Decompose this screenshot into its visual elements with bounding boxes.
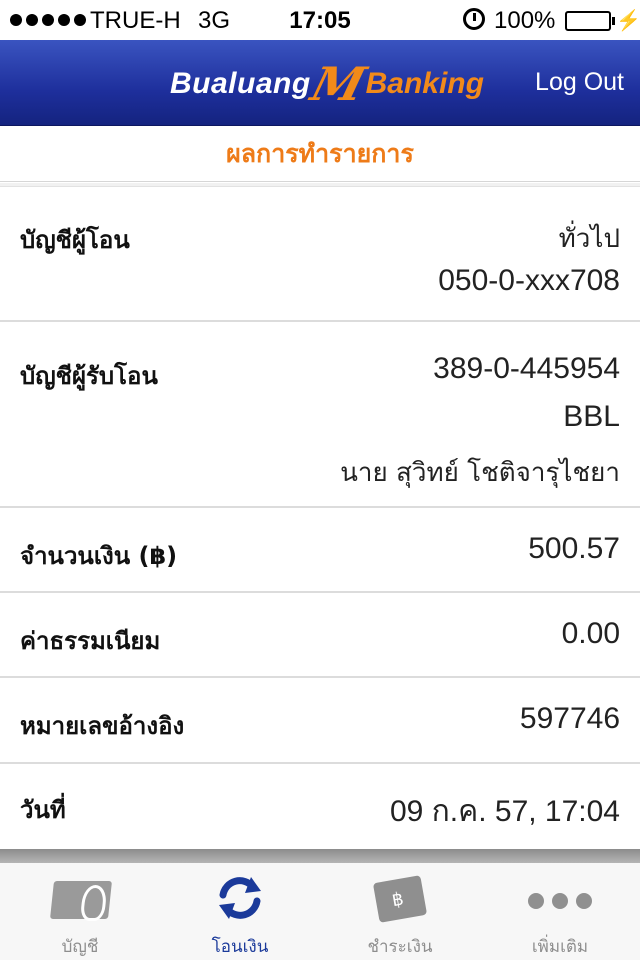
transfer-icon xyxy=(219,877,261,919)
amount-row: จำนวนเงิน (฿) 500.57 xyxy=(0,508,640,593)
from-account-number: 050-0-xxx708 xyxy=(438,264,620,297)
battery-icon xyxy=(565,11,615,31)
bualuang-logo: Bualuang M Banking xyxy=(170,57,484,111)
battery-percent: 100% xyxy=(494,7,556,34)
account-card-icon xyxy=(50,881,112,919)
fee-row: ค่าธรรมเนียม 0.00 xyxy=(0,593,640,678)
logo-mark: M xyxy=(305,57,371,111)
page-header: ผลการทำรายการ xyxy=(0,126,640,182)
to-account-name: นาย สุวิทย์ โชติจารุไชยา xyxy=(340,458,620,488)
tab-transfer-label: โอนเงิน xyxy=(211,937,269,957)
tab-payment-label: ชำระเงิน xyxy=(367,937,433,957)
date-row: วันที่ 09 ก.ค. 57, 17:04 xyxy=(0,764,640,849)
tab-transfer[interactable]: โอนเงิน xyxy=(160,863,320,960)
tab-accounts[interactable]: บัญชี xyxy=(0,863,160,960)
tab-more[interactable]: เพิ่มเติม xyxy=(480,863,640,960)
from-account-type: ทั่วไป xyxy=(558,224,620,254)
reference-value: 597746 xyxy=(519,702,620,735)
header-divider xyxy=(0,183,640,187)
to-account-bank: BBL xyxy=(563,400,620,433)
tab-accounts-label: บัญชี xyxy=(61,937,99,957)
tabbar-divider xyxy=(0,849,640,863)
reference-row: หมายเลขอ้างอิง 597746 xyxy=(0,678,640,764)
tab-bar: บัญชี โอนเงิน ชำระเงิน เพิ่มเติม xyxy=(0,863,640,960)
date-value: 09 ก.ค. 57, 17:04 xyxy=(389,795,620,828)
charging-icon: ⚡ xyxy=(616,10,640,32)
payment-wallet-icon xyxy=(372,875,428,923)
logo-text-bualuang: Bualuang xyxy=(170,67,311,100)
from-account-row: บัญชีผู้โอน ทั่วไป 050-0-xxx708 xyxy=(0,188,640,322)
date-label: วันที่ xyxy=(20,796,66,824)
fee-label: ค่าธรรมเนียม xyxy=(20,627,161,655)
amount-value: 500.57 xyxy=(528,532,620,565)
alarm-icon xyxy=(463,8,485,30)
logout-button[interactable]: Log Out xyxy=(535,68,624,97)
tab-more-label: เพิ่มเติม xyxy=(531,937,589,957)
page-title: ผลการทำรายการ xyxy=(226,139,414,168)
to-account-row: บัญชีผู้รับโอน 389-0-445954 BBL นาย สุวิ… xyxy=(0,322,640,508)
more-icon xyxy=(528,893,592,909)
to-account-label: บัญชีผู้รับโอน xyxy=(20,362,158,390)
from-account-label: บัญชีผู้โอน xyxy=(20,226,130,254)
logo-text-banking: Banking xyxy=(365,67,484,100)
tab-payment[interactable]: ชำระเงิน xyxy=(320,863,480,960)
status-bar: TRUE-H 3G 17:05 100% ⚡ xyxy=(0,0,640,40)
nav-bar: Bualuang M Banking Log Out xyxy=(0,40,640,126)
fee-value: 0.00 xyxy=(561,617,620,650)
reference-label: หมายเลขอ้างอิง xyxy=(20,712,185,740)
amount-label: จำนวนเงิน (฿) xyxy=(20,542,178,570)
to-account-number: 389-0-445954 xyxy=(433,352,620,385)
